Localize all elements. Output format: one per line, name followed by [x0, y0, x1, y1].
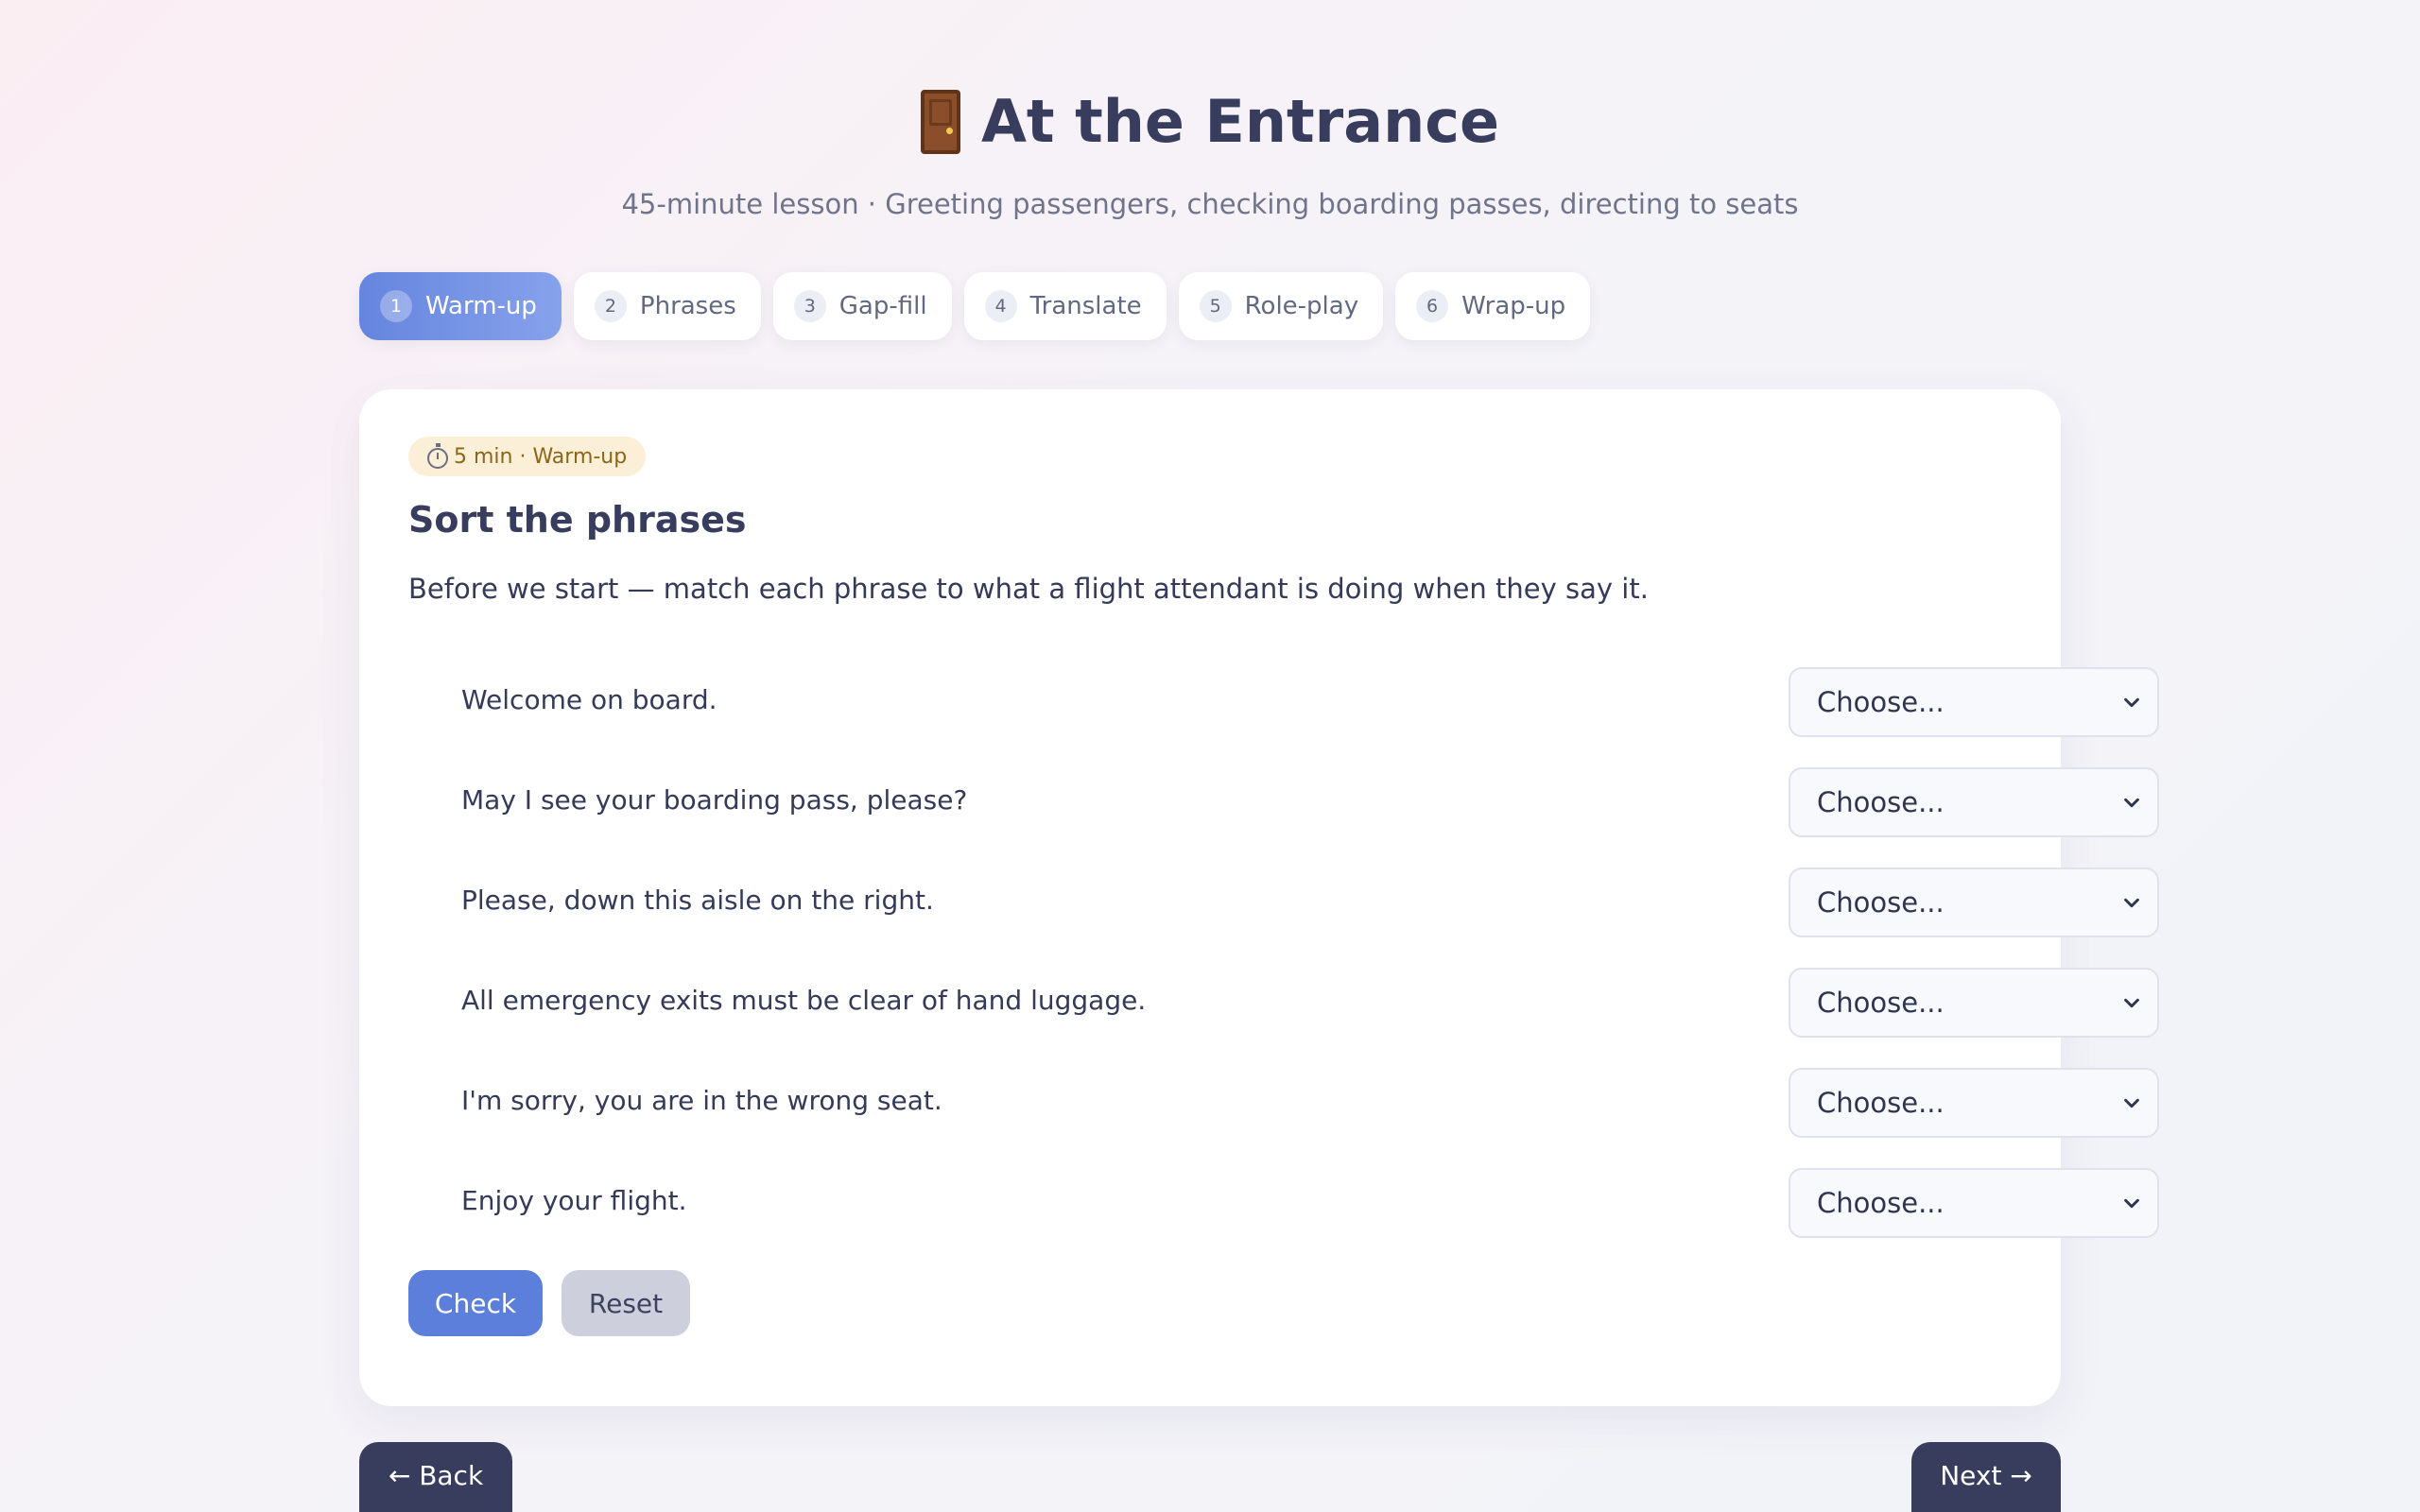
page-subtitle: 45-minute lesson · Greeting passengers, … — [621, 187, 1799, 220]
tab-number: 5 — [1199, 290, 1232, 322]
exercise-card: 5 min · Warm-up Sort the phrases Before … — [359, 389, 2159, 1406]
list-item: All emergency exits must be clear of han… — [408, 958, 2167, 1058]
tab-label: Role-play — [1244, 292, 1359, 320]
category-select[interactable]: Choose... — [1789, 667, 2159, 737]
select-value: Choose... — [1817, 886, 1945, 919]
chevron-down-icon — [2124, 798, 2139, 808]
phrase-text: All emergency exits must be clear of han… — [461, 985, 1147, 1016]
page-title: At the Entrance — [920, 87, 1500, 156]
matching-list: Welcome on board. Choose... May I see yo… — [408, 658, 2167, 1259]
back-button[interactable]: ← Back — [359, 1442, 512, 1512]
door-icon — [920, 89, 960, 154]
tab-number: 6 — [1416, 290, 1449, 322]
page-header: At the Entrance 45-minute lesson · Greet… — [0, 87, 2420, 220]
select-value: Choose... — [1817, 786, 1945, 818]
phrase-text: I'm sorry, you are in the wrong seat. — [461, 1085, 942, 1116]
page-title-text: At the Entrance — [980, 87, 1500, 156]
category-select[interactable]: Choose... — [1789, 1168, 2159, 1238]
list-item: Please, down this aisle on the right. Ch… — [408, 858, 2167, 958]
category-select[interactable]: Choose... — [1789, 767, 2159, 837]
next-button[interactable]: Next → — [1911, 1442, 2061, 1512]
chevron-down-icon — [2124, 697, 2139, 708]
phrase-text: May I see your boarding pass, please? — [461, 784, 968, 816]
chevron-down-icon — [2124, 1098, 2139, 1108]
chevron-down-icon — [2124, 998, 2139, 1008]
phrase-text: Please, down this aisle on the right. — [461, 885, 934, 916]
exercise-actions: Check Reset — [408, 1270, 690, 1336]
tab-label: Wrap-up — [1461, 292, 1566, 320]
lesson-tabs: 1 Warm-up 2 Phrases 3 Gap-fill 4 Transla… — [359, 272, 1591, 340]
list-item: May I see your boarding pass, please? Ch… — [408, 758, 2167, 858]
tab-role-play[interactable]: 5 Role-play — [1178, 272, 1384, 340]
tab-number: 3 — [793, 290, 826, 322]
tab-translate[interactable]: 4 Translate — [963, 272, 1167, 340]
tab-number: 4 — [984, 290, 1017, 322]
category-select[interactable]: Choose... — [1789, 968, 2159, 1038]
tab-number: 1 — [380, 290, 412, 322]
tab-label: Translate — [1029, 292, 1142, 320]
category-select[interactable]: Choose... — [1789, 868, 2159, 937]
tab-label: Gap-fill — [838, 292, 927, 320]
tab-gap-fill[interactable]: 3 Gap-fill — [772, 272, 952, 340]
tab-phrases[interactable]: 2 Phrases — [573, 272, 761, 340]
select-value: Choose... — [1817, 686, 1945, 718]
tab-label: Warm-up — [425, 292, 537, 320]
stopwatch-icon — [427, 442, 448, 469]
time-badge: 5 min · Warm-up — [408, 437, 647, 476]
tab-wrap-up[interactable]: 6 Wrap-up — [1395, 272, 1591, 340]
list-item: Welcome on board. Choose... — [408, 658, 2167, 758]
check-button[interactable]: Check — [408, 1270, 543, 1336]
category-select[interactable]: Choose... — [1789, 1068, 2159, 1138]
phrase-text: Welcome on board. — [461, 684, 717, 715]
list-item: I'm sorry, you are in the wrong seat. Ch… — [408, 1058, 2167, 1159]
chevron-down-icon — [2124, 1198, 2139, 1209]
time-badge-label: 5 min · Warm-up — [454, 444, 628, 469]
exercise-title: Sort the phrases — [408, 499, 747, 541]
select-value: Choose... — [1817, 1087, 1945, 1119]
reset-button[interactable]: Reset — [562, 1270, 690, 1336]
phrase-text: Enjoy your flight. — [461, 1185, 687, 1216]
select-value: Choose... — [1817, 987, 1945, 1019]
exercise-instructions: Before we start — match each phrase to w… — [408, 573, 1649, 605]
tab-warm-up[interactable]: 1 Warm-up — [359, 272, 562, 340]
select-value: Choose... — [1817, 1187, 1945, 1219]
list-item: Enjoy your flight. Choose... — [408, 1159, 2167, 1259]
tab-number: 2 — [594, 290, 627, 322]
tab-label: Phrases — [639, 292, 736, 320]
chevron-down-icon — [2124, 898, 2139, 908]
